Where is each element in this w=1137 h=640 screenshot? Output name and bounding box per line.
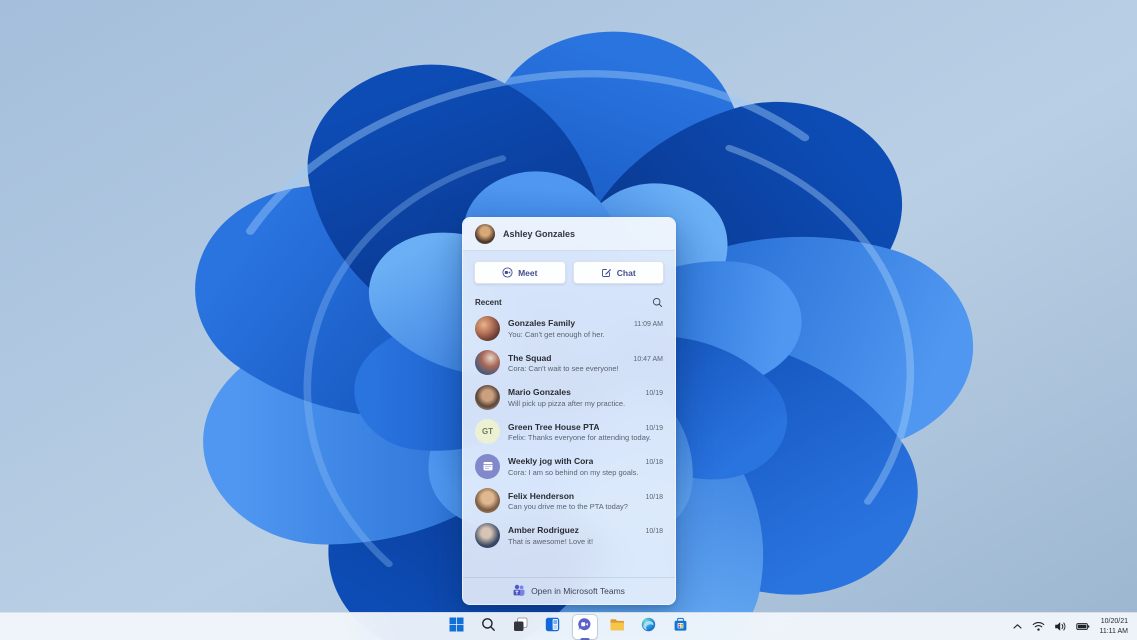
conversation-preview: Will pick up pizza after my practice. bbox=[508, 398, 626, 408]
open-in-teams-button[interactable]: Open in Microsoft Teams bbox=[463, 577, 675, 604]
windows-start-icon bbox=[449, 617, 464, 637]
chat-flyout-header: Ashley Gonzales bbox=[463, 218, 675, 251]
conversation-title: Mario Gonzales bbox=[508, 387, 571, 397]
edge-browser-button[interactable] bbox=[637, 615, 661, 639]
teams-chat-button[interactable] bbox=[572, 614, 597, 639]
conversation-title: Felix Henderson bbox=[508, 490, 575, 501]
conversation-preview: Cora: I am so behind on my step goals. bbox=[508, 467, 639, 477]
teams-logo-icon bbox=[513, 584, 525, 598]
volume-icon[interactable] bbox=[1054, 621, 1067, 632]
conversation-time: 10:47 AM bbox=[633, 355, 663, 363]
search-icon bbox=[481, 617, 496, 637]
avatar-the-squad bbox=[475, 350, 500, 376]
widgets-icon bbox=[545, 617, 560, 637]
user-name: Ashley Gonzales bbox=[503, 229, 576, 239]
conversation-row-weekly-jog[interactable]: Weekly jog with Cora 10/18 Cora: I am so… bbox=[463, 449, 675, 484]
conversation-row-amber-rodriguez[interactable]: Amber Rodriguez 10/18 That is awesome! L… bbox=[463, 518, 675, 553]
chat-button-label: Chat bbox=[616, 267, 636, 278]
conversation-time: 11:09 AM bbox=[633, 321, 663, 328]
recent-label: Recent bbox=[475, 298, 502, 307]
conversation-time: 10/19 bbox=[645, 424, 663, 432]
tray-date: 10/20/21 bbox=[1100, 618, 1128, 626]
open-in-teams-label: Open in Microsoft Teams bbox=[531, 586, 625, 596]
conversation-title: The Squad bbox=[508, 352, 552, 363]
search-icon[interactable] bbox=[652, 297, 663, 308]
conversation-time: 10/18 bbox=[645, 459, 663, 466]
taskbar-center-icons bbox=[445, 613, 693, 640]
tray-time: 11:11 AM bbox=[1099, 627, 1128, 635]
conversation-title: Amber Rodriguez bbox=[508, 525, 579, 535]
folder-icon bbox=[609, 617, 625, 637]
search-button[interactable] bbox=[477, 615, 501, 639]
conversation-preview: That is awesome! Love it! bbox=[508, 536, 594, 546]
edge-icon bbox=[641, 617, 656, 637]
widgets-button[interactable] bbox=[541, 615, 565, 639]
meet-button-label: Meet bbox=[518, 267, 538, 278]
battery-icon[interactable] bbox=[1076, 621, 1090, 632]
conversation-title: Gonzales Family bbox=[508, 318, 576, 328]
conversation-time: 10/19 bbox=[645, 390, 663, 397]
conversation-time: 10/18 bbox=[645, 528, 663, 535]
meet-button[interactable]: Meet bbox=[474, 261, 566, 284]
conversation-title: Green Tree House PTA bbox=[508, 421, 600, 432]
user-avatar[interactable] bbox=[475, 224, 495, 244]
action-buttons-row: Meet Chat bbox=[463, 251, 675, 295]
conversation-preview: Cora: Can't wait to see everyone! bbox=[508, 364, 619, 373]
conversation-title: Weekly jog with Cora bbox=[508, 456, 594, 466]
microsoft-store-icon bbox=[673, 617, 688, 637]
conversation-row-the-squad[interactable]: The Squad 10:47 AM Cora: Can't wait to s… bbox=[463, 346, 675, 381]
compose-icon bbox=[601, 267, 612, 278]
chat-button[interactable]: Chat bbox=[572, 261, 664, 284]
avatar-felix-henderson bbox=[475, 488, 500, 514]
conversation-preview: You: Can't get enough of her. bbox=[508, 329, 605, 339]
microsoft-store-button[interactable] bbox=[669, 615, 693, 639]
start-button[interactable] bbox=[445, 615, 469, 639]
clock[interactable]: 10/20/21 11:11 AM bbox=[1099, 617, 1128, 636]
teams-chat-flyout: Ashley Gonzales Meet Chat Recent Gonzale… bbox=[462, 217, 676, 605]
avatar-mario-gonzales bbox=[475, 384, 500, 410]
conversation-row-mario-gonzales[interactable]: Mario Gonzales 10/19 Will pick up pizza … bbox=[463, 380, 675, 415]
conversation-list: Gonzales Family 11:09 AM You: Can't get … bbox=[463, 311, 675, 577]
avatar-initials-gt: GT bbox=[475, 419, 500, 445]
teams-chat-icon bbox=[577, 617, 592, 637]
calendar-avatar-icon bbox=[475, 453, 500, 479]
conversation-row-green-tree-house-pta[interactable]: GT Green Tree House PTA 10/19 Felix: Tha… bbox=[463, 415, 675, 450]
avatar-amber-rodriguez bbox=[475, 522, 500, 548]
file-explorer-button[interactable] bbox=[605, 615, 629, 639]
conversation-preview: Can you drive me to the PTA today? bbox=[508, 502, 628, 511]
chevron-up-icon[interactable] bbox=[1012, 621, 1023, 632]
conversation-preview: Felix: Thanks everyone for attending tod… bbox=[508, 433, 652, 442]
task-view-icon bbox=[513, 617, 528, 637]
video-camera-icon bbox=[502, 267, 513, 278]
system-tray: 10/20/21 11:11 AM bbox=[1012, 613, 1128, 640]
conversation-row-felix-henderson[interactable]: Felix Henderson 10/18 Can you drive me t… bbox=[463, 484, 675, 519]
task-view-button[interactable] bbox=[509, 615, 533, 639]
network-wifi-icon[interactable] bbox=[1032, 621, 1045, 632]
recent-row: Recent bbox=[463, 295, 675, 311]
avatar-gonzales-family bbox=[475, 315, 500, 341]
conversation-row-gonzales-family[interactable]: Gonzales Family 11:09 AM You: Can't get … bbox=[463, 311, 675, 346]
conversation-time: 10/18 bbox=[645, 493, 663, 501]
taskbar: 10/20/21 11:11 AM bbox=[0, 612, 1137, 640]
